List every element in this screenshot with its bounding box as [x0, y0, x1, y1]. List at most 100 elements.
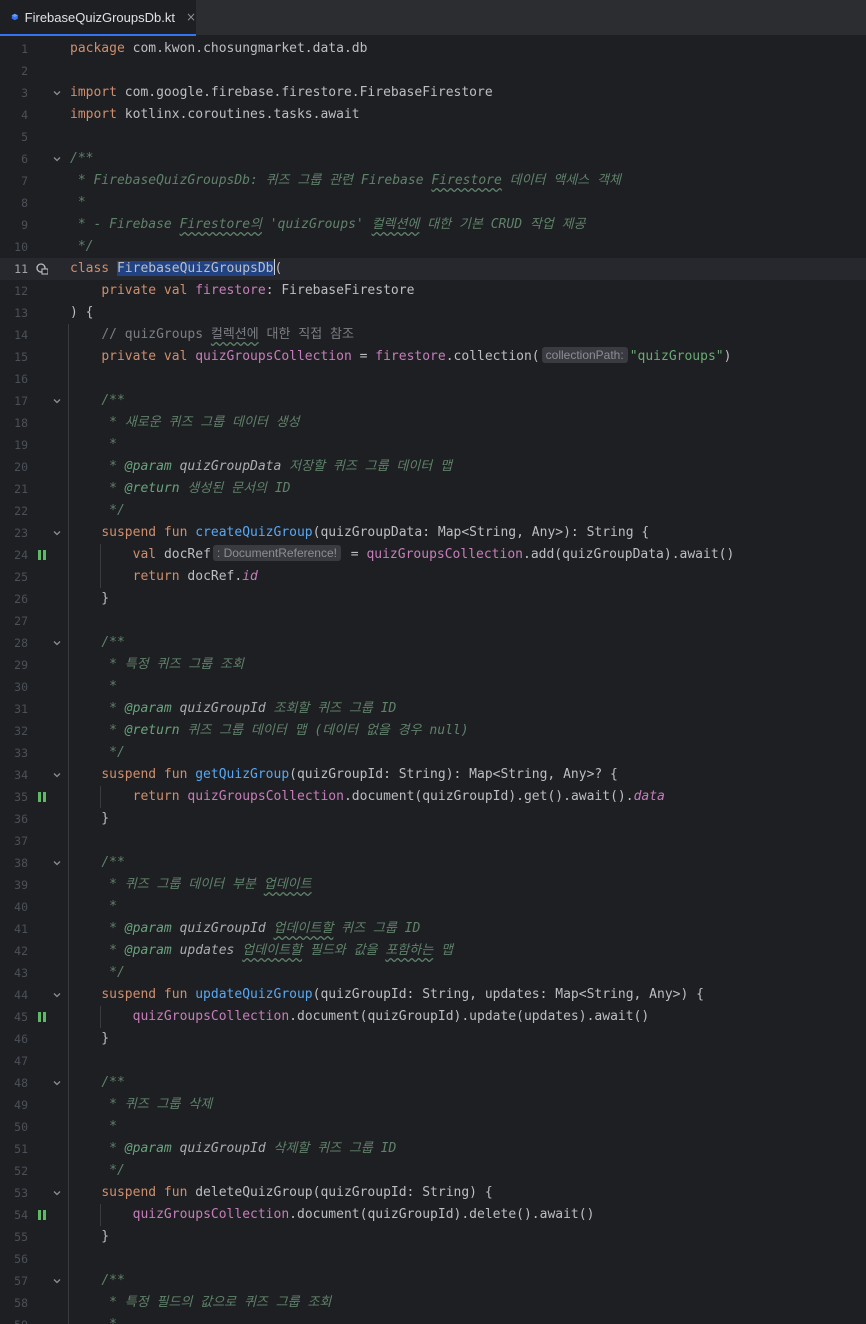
- code-line[interactable]: 30 *: [0, 676, 866, 698]
- code-line[interactable]: 56: [0, 1248, 866, 1270]
- code-line[interactable]: 49 * 퀴즈 그룹 삭제: [0, 1094, 866, 1116]
- code-line[interactable]: 14 // quizGroups 컬렉션에 대한 직접 참조: [0, 324, 866, 346]
- code-line[interactable]: 54 quizGroupsCollection.document(quizGro…: [0, 1204, 866, 1226]
- code-line[interactable]: 18 * 새로운 퀴즈 그룹 데이터 생성: [0, 412, 866, 434]
- code-line[interactable]: 9 * - Firebase Firestore의 'quizGroups' 컬…: [0, 214, 866, 236]
- code-token: 컬렉션에: [210, 327, 259, 342]
- code-text: }: [70, 1226, 109, 1248]
- code-line[interactable]: 16: [0, 368, 866, 390]
- code-token: *: [101, 1317, 117, 1324]
- code-line[interactable]: 55 }: [0, 1226, 866, 1248]
- code-line[interactable]: 6 /**: [0, 148, 866, 170]
- code-line[interactable]: 47: [0, 1050, 866, 1072]
- chevron-down-icon[interactable]: [52, 1188, 62, 1198]
- line-number: 5: [21, 130, 28, 144]
- code-line[interactable]: 34 suspend fun getQuizGroup(quizGroupId:…: [0, 764, 866, 786]
- code-line[interactable]: 15 private val quizGroupsCollection = fi…: [0, 346, 866, 368]
- chevron-down-icon[interactable]: [52, 396, 62, 406]
- code-line[interactable]: 58 * 특정 필드의 값으로 퀴즈 그룹 조회: [0, 1292, 866, 1314]
- code-line[interactable]: 21 * @return 생성된 문서의 ID: [0, 478, 866, 500]
- code-line[interactable]: 2: [0, 60, 866, 82]
- code-line[interactable]: 23 suspend fun createQuizGroup(quizGroup…: [0, 522, 866, 544]
- code-line[interactable]: 24 val docRef: DocumentReference! = quiz…: [0, 544, 866, 566]
- code-token: 조회할 퀴즈 그룹 ID: [265, 701, 397, 716]
- code-line[interactable]: 39 * 퀴즈 그룹 데이터 부분 업데이트: [0, 874, 866, 896]
- chevron-down-icon[interactable]: [52, 528, 62, 538]
- code-line[interactable]: 1 package com.kwon.chosungmarket.data.db: [0, 38, 866, 60]
- code-token: (quizGroupId: String) {: [312, 1185, 493, 1200]
- code-token: 포함하는: [385, 943, 434, 958]
- code-line[interactable]: 12 private val firestore: FirebaseFirest…: [0, 280, 866, 302]
- code-line[interactable]: 46 }: [0, 1028, 866, 1050]
- chevron-down-icon[interactable]: [52, 154, 62, 164]
- chevron-down-icon[interactable]: [52, 1078, 62, 1088]
- code-line[interactable]: 33 */: [0, 742, 866, 764]
- code-line[interactable]: 36 }: [0, 808, 866, 830]
- code-text: * @param quizGroupId 삭제할 퀴즈 그룹 ID: [70, 1138, 396, 1160]
- code-line[interactable]: 5: [0, 126, 866, 148]
- code-token: quizGroupId: [171, 701, 266, 716]
- chevron-down-icon[interactable]: [52, 88, 62, 98]
- code-text: suspend fun deleteQuizGroup(quizGroupId:…: [70, 1182, 493, 1204]
- code-line[interactable]: 38 /**: [0, 852, 866, 874]
- code-line[interactable]: 8 *: [0, 192, 866, 214]
- line-number: 55: [14, 1230, 28, 1244]
- code-line[interactable]: 35 return quizGroupsCollection.document(…: [0, 786, 866, 808]
- chevron-down-icon[interactable]: [52, 638, 62, 648]
- code-line[interactable]: 37: [0, 830, 866, 852]
- code-text: * 새로운 퀴즈 그룹 데이터 생성: [70, 412, 300, 434]
- code-line[interactable]: 7 * FirebaseQuizGroupsDb: 퀴즈 그룹 관련 Fireb…: [0, 170, 866, 192]
- line-number: 41: [14, 922, 28, 936]
- code-line[interactable]: 28 /**: [0, 632, 866, 654]
- code-line[interactable]: 45 quizGroupsCollection.document(quizGro…: [0, 1006, 866, 1028]
- tab-firebase-quiz-groups-db[interactable]: FirebaseQuizGroupsDb.kt ×: [0, 0, 196, 36]
- code-line[interactable]: 25 return docRef.id: [0, 566, 866, 588]
- code-token: Firestore: [431, 173, 502, 188]
- code-text: import kotlinx.coroutines.tasks.await: [70, 104, 360, 126]
- code-line[interactable]: 10 */: [0, 236, 866, 258]
- code-token: 업데이트할: [273, 921, 334, 936]
- close-icon[interactable]: ×: [186, 10, 196, 24]
- code-line[interactable]: 11 class FirebaseQuizGroupsDb(: [0, 258, 866, 280]
- code-line[interactable]: 29 * 특정 퀴즈 그룹 조회: [0, 654, 866, 676]
- code-line[interactable]: 19 *: [0, 434, 866, 456]
- code-line[interactable]: 27: [0, 610, 866, 632]
- code-line[interactable]: 51 * @param quizGroupId 삭제할 퀴즈 그룹 ID: [0, 1138, 866, 1160]
- code-line[interactable]: 42 * @param updates 업데이트할 필드와 값을 포함하는 맵: [0, 940, 866, 962]
- code-line[interactable]: 4 import kotlinx.coroutines.tasks.await: [0, 104, 866, 126]
- code-token: * 퀴즈 그룹 데이터 부분: [101, 877, 264, 892]
- code-line[interactable]: 41 * @param quizGroupId 업데이트할 퀴즈 그룹 ID: [0, 918, 866, 940]
- code-line[interactable]: 44 suspend fun updateQuizGroup(quizGroup…: [0, 984, 866, 1006]
- code-token: ): [723, 349, 732, 364]
- code-line[interactable]: 57 /**: [0, 1270, 866, 1292]
- chevron-down-icon[interactable]: [52, 1276, 62, 1286]
- code-line[interactable]: 20 * @param quizGroupData 저장할 퀴즈 그룹 데이터 …: [0, 456, 866, 478]
- code-line[interactable]: 26 }: [0, 588, 866, 610]
- code-line[interactable]: 13) {: [0, 302, 866, 324]
- chevron-down-icon[interactable]: [52, 990, 62, 1000]
- chevron-down-icon[interactable]: [52, 770, 62, 780]
- chevron-down-icon[interactable]: [52, 858, 62, 868]
- code-line[interactable]: 40 *: [0, 896, 866, 918]
- code-line[interactable]: 53 suspend fun deleteQuizGroup(quizGroup…: [0, 1182, 866, 1204]
- code-editor[interactable]: 1 package com.kwon.chosungmarket.data.db 2…: [0, 37, 866, 1324]
- code-line[interactable]: 32 * @return 퀴즈 그룹 데이터 맵 (데이터 없을 경우 null…: [0, 720, 866, 742]
- line-number: 9: [21, 218, 28, 232]
- code-line[interactable]: 43 */: [0, 962, 866, 984]
- code-line[interactable]: 3 import com.google.firebase.firestore.Fi…: [0, 82, 866, 104]
- code-line[interactable]: 59 *: [0, 1314, 866, 1324]
- code-line[interactable]: 52 */: [0, 1160, 866, 1182]
- code-line[interactable]: 50 *: [0, 1116, 866, 1138]
- code-line[interactable]: 31 * @param quizGroupId 조회할 퀴즈 그룹 ID: [0, 698, 866, 720]
- line-number: 19: [14, 438, 28, 452]
- implemented-lock-icon[interactable]: [36, 263, 48, 275]
- code-token: createQuizGroup: [195, 525, 313, 540]
- line-number: 53: [14, 1186, 28, 1200]
- code-line[interactable]: 22 */: [0, 500, 866, 522]
- code-line[interactable]: 48 /**: [0, 1072, 866, 1094]
- code-line[interactable]: 17 /**: [0, 390, 866, 412]
- code-token: FirebaseQuizGroupsDb: [116, 261, 274, 276]
